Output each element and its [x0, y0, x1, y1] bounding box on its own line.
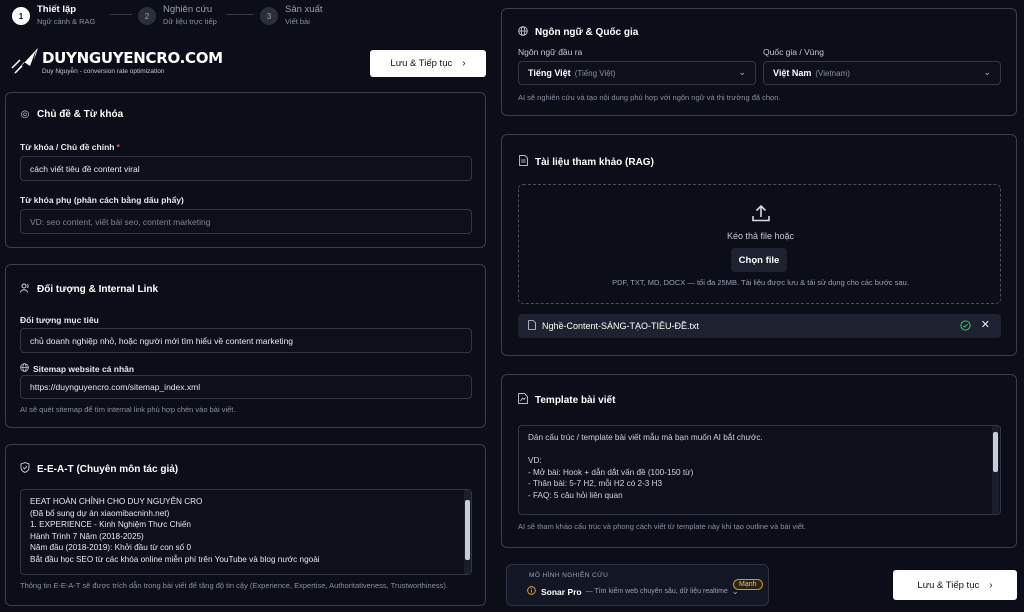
step-number: 2 — [138, 7, 156, 25]
eeat-panel: E-E-A-T (Chuyên môn tác giả) EEAT HOÀN C… — [5, 444, 486, 606]
document-icon — [518, 155, 528, 169]
file-format-hint: PDF, TXT, MD, DOCX — tối đa 25MB. Tài li… — [612, 278, 909, 287]
globe-icon — [518, 26, 528, 39]
model-strength-badge: Mạnh — [733, 579, 763, 590]
sub-keyword-input[interactable]: VD: seo content, viết bài seo, content m… — [20, 209, 472, 234]
upload-icon — [752, 204, 770, 222]
step-subtitle: Viết bài — [285, 17, 310, 26]
file-icon — [528, 320, 536, 332]
output-language-label: Ngôn ngữ đầu ra — [518, 47, 583, 57]
model-description: — Tìm kiếm web chuyên sâu, dữ liệu realt… — [585, 588, 728, 595]
chevron-down-icon: ⌄ — [983, 67, 991, 77]
step-subtitle: Dữ liệu trực tiếp — [163, 17, 217, 26]
eeat-textarea[interactable]: EEAT HOÀN CHỈNH CHO DUY NGUYỄN CRO (Đã b… — [20, 489, 472, 575]
sitemap-hint: AI sẽ quét sitemap để tìm internal link … — [20, 405, 236, 414]
step-title: Thiết lập — [37, 4, 77, 15]
step-title: Sản xuất — [285, 4, 323, 15]
step-subtitle: Ngữ cảnh & RAG — [37, 17, 96, 26]
button-label: Lưu & Tiếp tục — [917, 579, 980, 591]
users-icon — [20, 283, 30, 296]
panel-title-text: E-E-A-T (Chuyên môn tác giả) — [37, 463, 179, 475]
template-panel: Template bài viết Dán cấu trúc / templat… — [501, 374, 1017, 548]
selected-country: Việt Nam — [773, 68, 812, 78]
research-model-selector[interactable]: MÔ HÌNH NGHIÊN CỨU Sonar Pro — Tìm kiếm … — [506, 564, 769, 606]
panel-title: Đối tượng & Internal Link — [20, 283, 158, 296]
scroll-thumb[interactable] — [993, 432, 998, 472]
language-country-panel: Ngôn ngữ & Quốc gia Ngôn ngữ đầu ra Tiến… — [501, 8, 1017, 116]
globe-icon — [20, 363, 29, 374]
panel-title: Template bài viết — [518, 393, 615, 407]
step-production[interactable]: 3 Sản xuất Viết bài — [260, 4, 323, 26]
template-icon — [518, 393, 528, 407]
chevron-right-icon: › — [462, 58, 466, 69]
panel-title: Tài liệu tham khảo (RAG) — [518, 155, 654, 169]
main-keyword-input[interactable]: cách viết tiêu đề content viral — [20, 156, 472, 181]
topic-keywords-panel: ◎ Chủ đề & Từ khóa Từ khóa / Chủ đề chín… — [5, 92, 486, 248]
remove-file-icon[interactable]: ✕ — [981, 318, 990, 331]
rocket-arrow-icon — [11, 48, 38, 76]
step-number: 3 — [260, 7, 278, 25]
logo-text: DUYNGUYENCRO.COM — [42, 49, 223, 67]
country-select[interactable]: Việt Nam (Vietnam) ⌄ — [763, 61, 1001, 85]
eeat-hint: Thông tin E-E-A-T sẽ được trích dẫn tron… — [20, 581, 448, 590]
template-hint: AI sẽ tham khảo cấu trúc và phong cách v… — [518, 522, 807, 531]
target-audience-input[interactable]: chủ doanh nghiệp nhỏ, hoặc người mới tìm… — [20, 328, 472, 353]
uploaded-file-row: Nghề-Content-SÁNG-TẠO-TIÊU-ĐỀ.txt ✕ — [518, 314, 1001, 338]
check-circle-icon — [960, 320, 971, 333]
panel-title-text: Tài liệu tham khảo (RAG) — [535, 156, 654, 168]
main-keyword-label: Từ khóa / Chủ đề chính * — [20, 142, 120, 152]
panel-title: Ngôn ngữ & Quốc gia — [518, 26, 638, 39]
step-title: Nghiên cứu — [163, 4, 213, 15]
template-scrollbar[interactable] — [992, 426, 999, 514]
sitemap-label: Sitemap website cá nhân — [20, 363, 134, 374]
model-heading: MÔ HÌNH NGHIÊN CỨU — [529, 572, 609, 579]
save-continue-button-bottom[interactable]: Lưu & Tiếp tục › — [893, 570, 1017, 600]
step-number: 1 — [12, 7, 30, 25]
sub-keyword-label: Từ khóa phụ (phân cách bằng dấu phẩy) — [20, 195, 184, 205]
step-connector — [110, 14, 132, 15]
target-icon: ◎ — [20, 109, 30, 120]
eeat-scrollbar[interactable] — [464, 490, 471, 574]
scroll-thumb[interactable] — [465, 500, 470, 560]
save-continue-button-top[interactable]: Lưu & Tiếp tục › — [370, 50, 486, 77]
info-icon — [527, 586, 536, 597]
drop-text: Kéo thả file hoặc — [726, 231, 795, 241]
step-setup[interactable]: 1 Thiết lập Ngữ cảnh & RAG — [12, 4, 95, 26]
logo-tagline: Duy Nguyễn - conversion rate optimizatio… — [42, 68, 165, 75]
required-marker: * — [116, 142, 120, 152]
panel-title-text: Chủ đề & Từ khóa — [37, 109, 124, 120]
selected-language: Tiếng Việt — [528, 68, 571, 78]
shield-check-icon — [20, 462, 30, 476]
template-textarea[interactable]: Dán cấu trúc / template bài viết mẫu mà … — [518, 425, 1001, 515]
choose-file-button[interactable]: Chọn file — [731, 248, 787, 272]
output-language-select[interactable]: Tiếng Việt (Tiếng Việt) ⌄ — [518, 61, 756, 85]
brand-logo: DUYNGUYENCRO.COM Duy Nguyễn - conversion… — [10, 46, 223, 78]
rag-panel: Tài liệu tham khảo (RAG) Kéo thả file ho… — [501, 134, 1017, 356]
chevron-down-icon: ⌄ — [738, 67, 746, 77]
step-research[interactable]: 2 Nghiên cứu Dữ liệu trực tiếp — [138, 4, 217, 26]
panel-title-text: Template bài viết — [535, 394, 616, 406]
country-english-name: (Vietnam) — [815, 68, 850, 78]
file-dropzone[interactable]: Kéo thả file hoặc Chọn file PDF, TXT, MD… — [518, 184, 1001, 304]
country-label: Quốc gia / Vùng — [763, 47, 824, 57]
panel-title: E-E-A-T (Chuyên môn tác giả) — [20, 462, 178, 476]
panel-title-text: Ngôn ngữ & Quốc gia — [535, 27, 639, 38]
step-connector — [226, 14, 254, 15]
model-current: Sonar Pro — Tìm kiếm web chuyên sâu, dữ … — [527, 586, 739, 597]
chevron-right-icon: › — [989, 579, 993, 591]
panel-title-text: Đối tượng & Internal Link — [37, 284, 159, 295]
audience-link-panel: Đối tượng & Internal Link Đối tượng mục … — [5, 264, 486, 428]
file-name: Nghề-Content-SÁNG-TẠO-TIÊU-ĐỀ.txt — [542, 321, 700, 331]
button-label: Lưu & Tiếp tục — [390, 58, 453, 69]
language-native-name: (Tiếng Việt) — [574, 68, 616, 78]
model-name: Sonar Pro — [541, 586, 582, 597]
sitemap-input[interactable]: https://duynguyencro.com/sitemap_index.x… — [20, 375, 472, 399]
target-audience-label: Đối tượng mục tiêu — [20, 315, 99, 325]
language-hint: AI sẽ nghiên cứu và tạo nội dung phù hợp… — [518, 93, 781, 102]
panel-title: ◎ Chủ đề & Từ khóa — [20, 109, 124, 120]
